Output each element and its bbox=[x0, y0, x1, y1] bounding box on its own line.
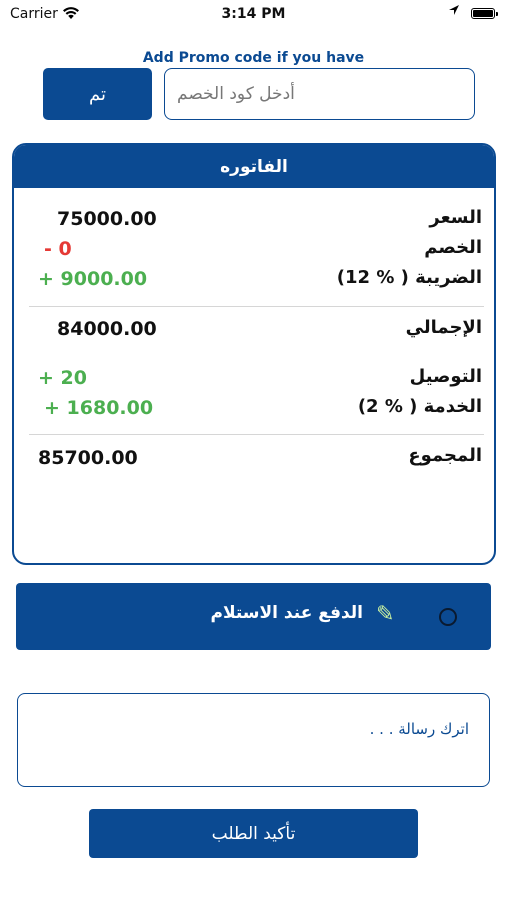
cash-on-delivery-label: الدفع عند الاستلام bbox=[210, 603, 364, 623]
cash-on-delivery-option[interactable]: ✎ الدفع عند الاستلام bbox=[16, 583, 491, 650]
discount-value: - 0 bbox=[44, 238, 72, 260]
tax-value: + 9000.00 bbox=[38, 268, 148, 290]
payment-radio[interactable] bbox=[439, 608, 457, 626]
total-label: المجموع bbox=[408, 445, 482, 466]
promo-code-placeholder: أدخل كود الخصم bbox=[177, 84, 295, 104]
invoice-title: الفاتوره bbox=[14, 145, 494, 188]
price-label: السعر bbox=[429, 207, 482, 228]
discount-label: الخصم bbox=[424, 237, 482, 258]
delivery-value: + 20 bbox=[38, 367, 87, 389]
subtotal-value: 84000.00 bbox=[57, 318, 157, 340]
invoice-card: الفاتوره السعر 75000.00 الخصم - 0 الضريب… bbox=[12, 143, 496, 565]
delivery-label: التوصيل bbox=[409, 366, 482, 387]
total-value: 85700.00 bbox=[38, 447, 138, 469]
clock: 3:14 PM bbox=[221, 6, 286, 22]
service-label: الخدمة ( % 2) bbox=[357, 396, 482, 417]
message-input[interactable]: اترك رسالة . . . bbox=[17, 693, 490, 787]
pencil-icon: ✎ bbox=[376, 602, 395, 627]
promo-hint: Add Promo code if you have bbox=[142, 50, 365, 66]
service-value: + 1680.00 bbox=[44, 397, 154, 419]
apply-promo-button[interactable]: تم bbox=[43, 68, 152, 120]
status-bar: Carrier 3:14 PM bbox=[0, 0, 507, 30]
price-value: 75000.00 bbox=[57, 208, 157, 230]
subtotal-label: الإجمالي bbox=[405, 317, 482, 338]
divider bbox=[29, 306, 484, 307]
message-placeholder: اترك رسالة . . . bbox=[369, 720, 469, 738]
battery-icon bbox=[471, 8, 498, 19]
divider bbox=[29, 434, 484, 435]
promo-code-input[interactable]: أدخل كود الخصم bbox=[164, 68, 475, 120]
confirm-order-button[interactable]: تأكيد الطلب bbox=[89, 809, 418, 858]
location-arrow-icon bbox=[448, 3, 460, 21]
tax-label: الضريبة ( % 12) bbox=[336, 267, 482, 288]
